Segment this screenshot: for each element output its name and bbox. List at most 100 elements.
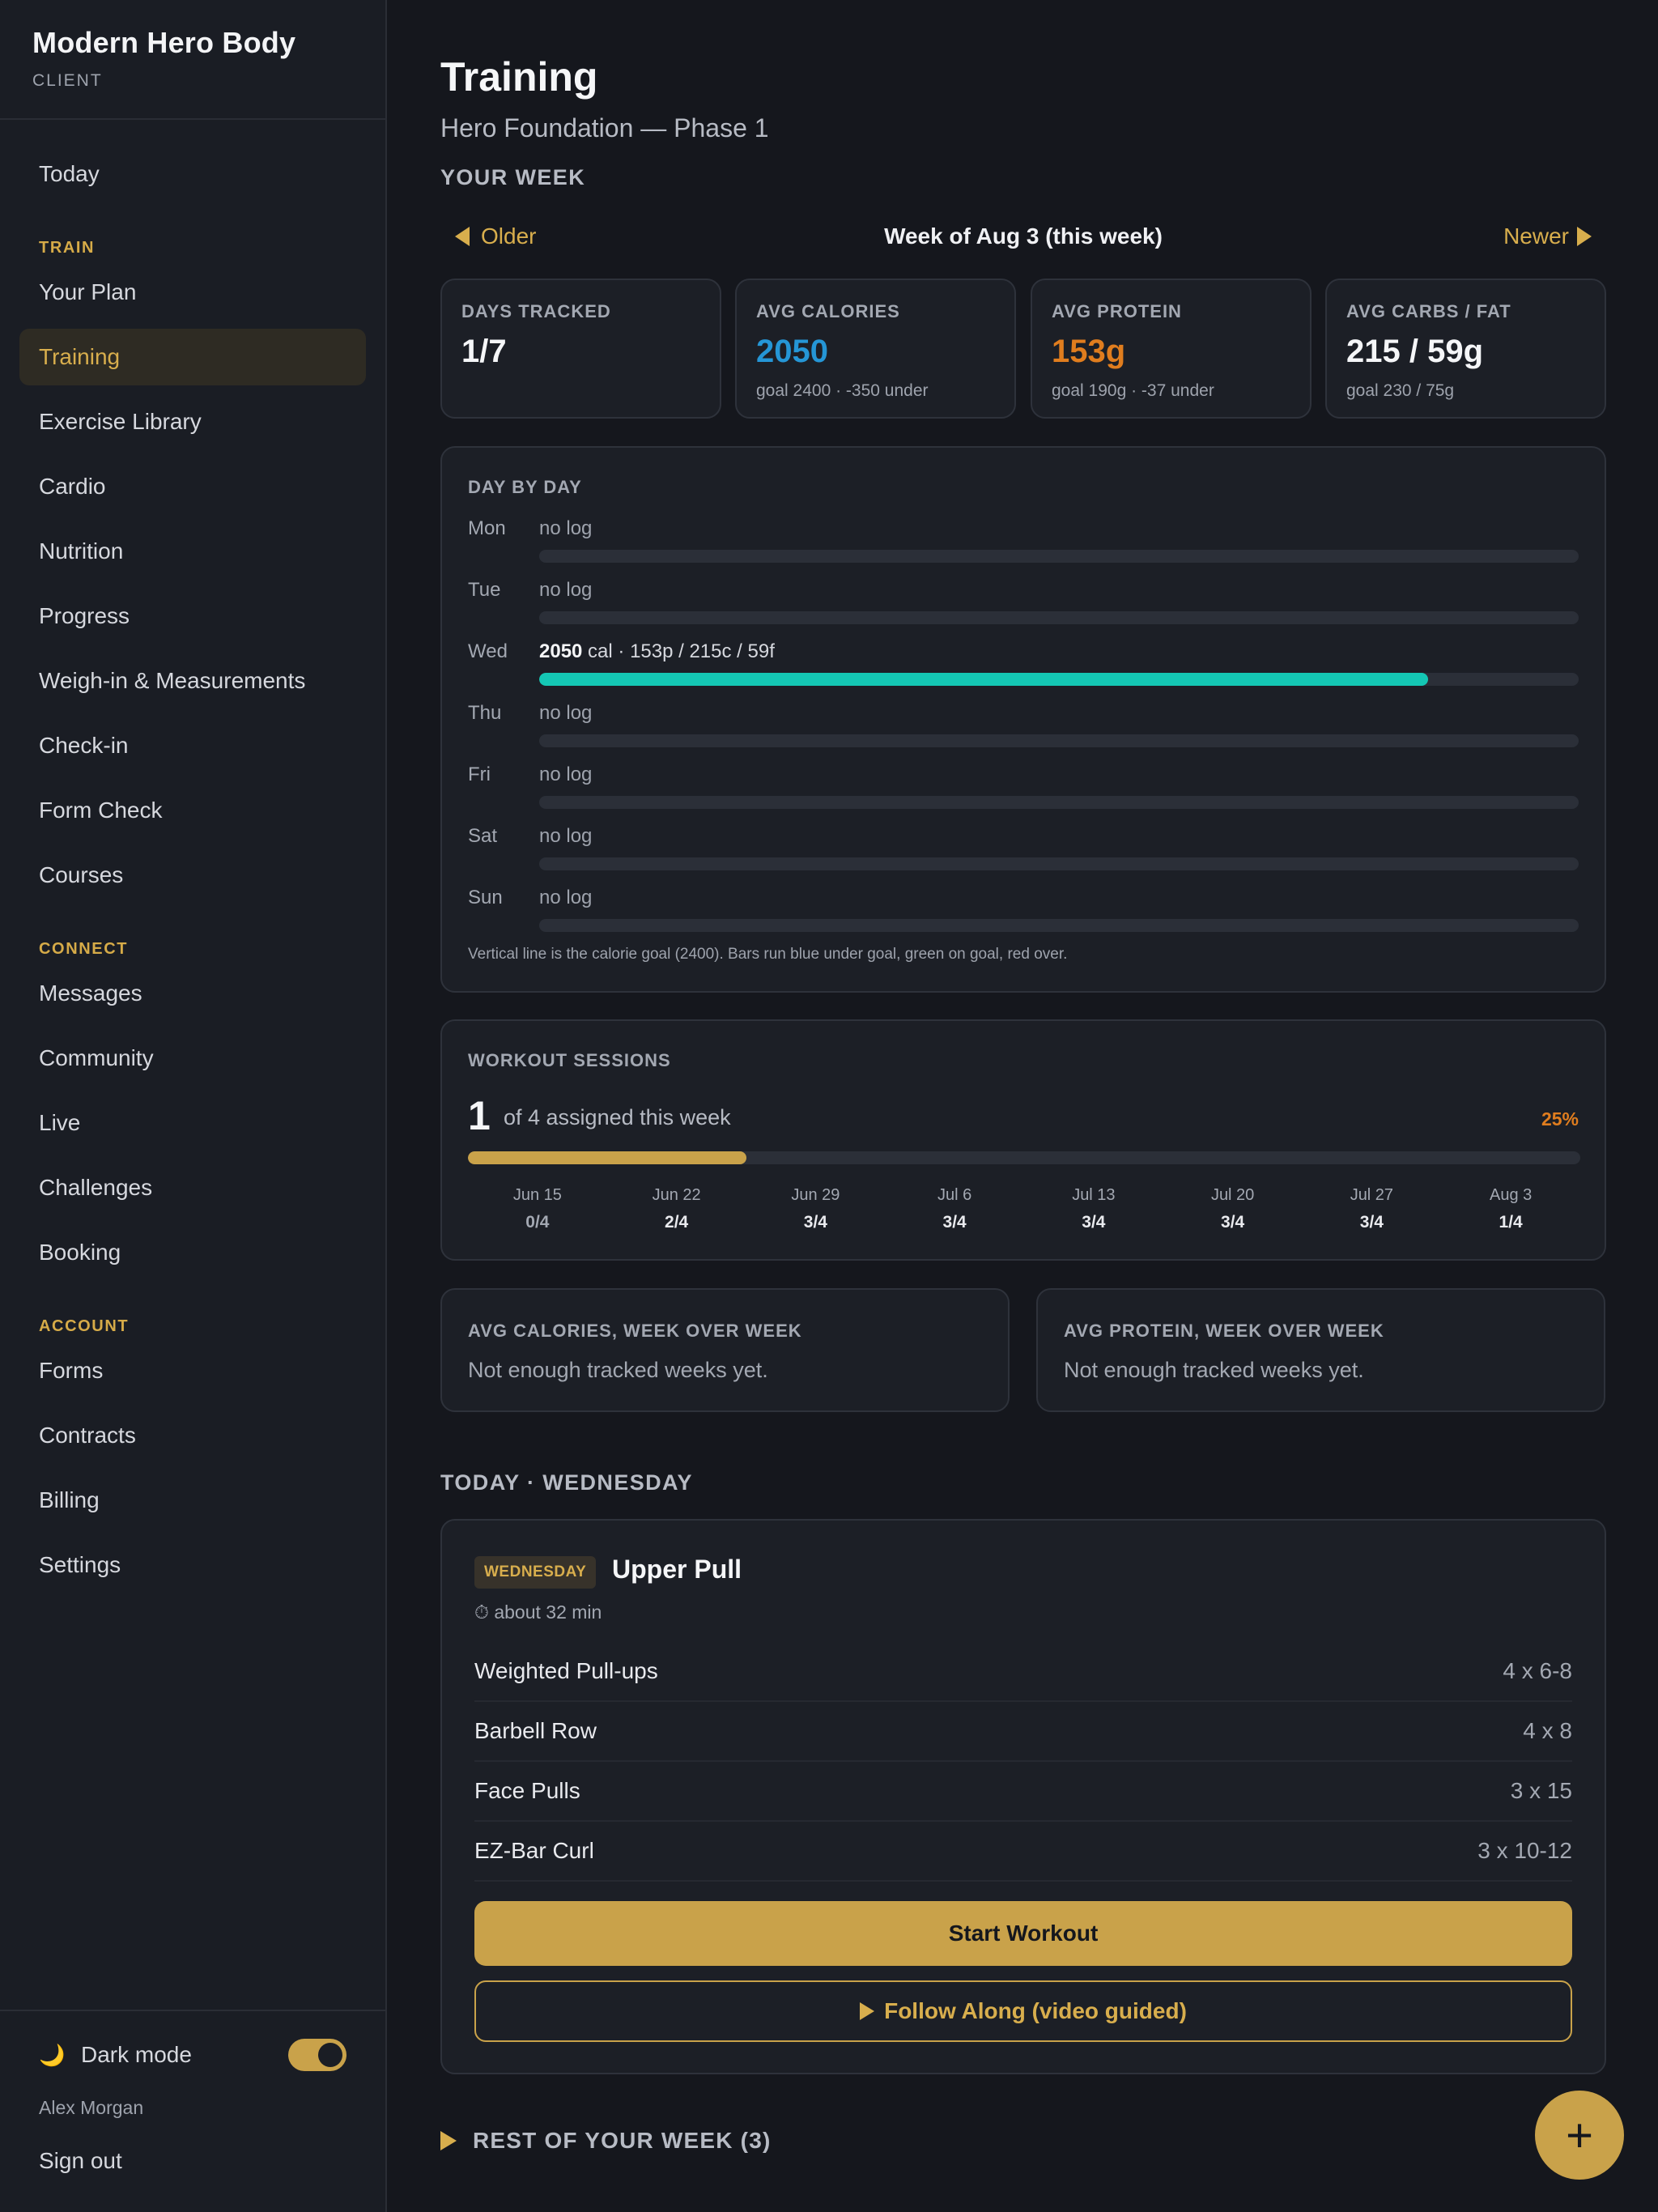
exercise-sets: 4 x 6-8 xyxy=(1503,1658,1572,1683)
day-row: Sun no log xyxy=(468,887,1580,948)
sidebar-item-form-check[interactable]: Form Check xyxy=(19,782,366,839)
day-calorie-bar xyxy=(539,919,1579,932)
sidebar-item-billing[interactable]: Billing xyxy=(19,1472,366,1529)
day-log-summary: 2050 cal · 153p / 215c / 59f xyxy=(539,640,775,663)
nav-section-account: ACCOUNT xyxy=(39,1317,130,1335)
nav-section-train: TRAIN xyxy=(39,239,96,257)
week-date: Jul 6 xyxy=(937,1186,972,1204)
day-calorie-bar xyxy=(539,550,1579,563)
workout-sessions-card: WORKOUT SESSIONS 1 of 4 assigned this we… xyxy=(440,1019,1606,1261)
sidebar-item-today[interactable]: Today xyxy=(19,146,366,202)
stat-value: 153g xyxy=(1052,334,1126,369)
sidebar-item-contracts[interactable]: Contracts xyxy=(19,1407,366,1464)
week-sessions-value: 0/4 xyxy=(525,1213,550,1231)
page-subtitle: Hero Foundation — Phase 1 xyxy=(440,113,769,143)
day-row: Fri no log xyxy=(468,764,1580,825)
sidebar-item-live[interactable]: Live xyxy=(19,1095,366,1151)
exercise-row[interactable]: Weighted Pull-ups 4 x 6-8 xyxy=(474,1642,1572,1702)
exercise-sets: 3 x 15 xyxy=(1510,1778,1572,1803)
brand-subtitle: CLIENT xyxy=(32,71,103,90)
stat-label: AVG CALORIES xyxy=(756,301,900,321)
start-workout-button[interactable]: Start Workout xyxy=(474,1901,1572,1966)
follow-along-button[interactable]: Follow Along (video guided) xyxy=(474,1980,1572,2042)
workout-title: Upper Pull xyxy=(612,1555,742,1584)
week-history-item: Aug 3 1/4 xyxy=(1441,1186,1580,1232)
triangle-left-icon xyxy=(455,227,470,246)
day-row: Mon no log xyxy=(468,517,1580,579)
add-fab-button[interactable]: + xyxy=(1535,2091,1624,2180)
sidebar-item-nutrition[interactable]: Nutrition xyxy=(19,523,366,580)
sidebar-item-challenges[interactable]: Challenges xyxy=(19,1159,366,1216)
sidebar-item-check-in[interactable]: Check-in xyxy=(19,717,366,774)
wow-note: Not enough tracked weeks yet. xyxy=(1064,1358,1364,1382)
stat-label: AVG PROTEIN xyxy=(1052,301,1182,321)
day-name: Thu xyxy=(468,702,502,724)
sessions-completed: 1 xyxy=(468,1093,491,1138)
week-label: Week of Aug 3 (this week) xyxy=(884,223,1163,249)
week-sessions-value: 3/4 xyxy=(1359,1213,1384,1231)
day-by-day-heading: DAY BY DAY xyxy=(468,477,582,497)
sidebar-item-exercise-library[interactable]: Exercise Library xyxy=(19,393,366,450)
rest-of-week-label: REST OF YOUR WEEK (3) xyxy=(473,2128,772,2153)
day-log-summary: no log xyxy=(539,517,593,539)
stat-card-avg-carbs-fat: AVG CARBS / FAT 215 / 59g goal 230 / 75g xyxy=(1325,279,1606,419)
workout-duration: ⏱ about 32 min xyxy=(474,1602,602,1623)
older-week-button[interactable]: Older xyxy=(455,223,536,249)
sidebar-item-weigh-in[interactable]: Weigh-in & Measurements xyxy=(19,653,366,709)
toggle-knob xyxy=(318,2043,342,2067)
exercise-row[interactable]: Barbell Row 4 x 8 xyxy=(474,1702,1572,1762)
moon-icon: 🌙 xyxy=(39,2042,66,2067)
workout-sessions-heading: WORKOUT SESSIONS xyxy=(468,1050,671,1070)
rest-of-week-toggle[interactable]: REST OF YOUR WEEK (3) xyxy=(440,2128,772,2154)
week-sessions-value: 3/4 xyxy=(1221,1213,1245,1231)
today-heading: TODAY · WEDNESDAY xyxy=(440,1470,693,1495)
stat-label: AVG CARBS / FAT xyxy=(1346,301,1511,321)
stat-value: 1/7 xyxy=(461,334,507,369)
day-calorie-fill xyxy=(539,673,1428,686)
dark-mode-toggle[interactable] xyxy=(288,2039,346,2071)
expand-triangle-icon xyxy=(440,2131,457,2150)
week-history-item: Jul 13 3/4 xyxy=(1024,1186,1163,1232)
sidebar-item-forms[interactable]: Forms xyxy=(19,1342,366,1399)
wow-heading: AVG CALORIES, WEEK OVER WEEK xyxy=(468,1321,802,1341)
your-week-heading: YOUR WEEK xyxy=(440,165,586,189)
exercise-name: Face Pulls xyxy=(474,1778,580,1803)
triangle-right-icon xyxy=(1577,227,1592,246)
day-name: Sat xyxy=(468,825,498,847)
day-calorie-bar xyxy=(539,611,1579,624)
sidebar-item-cardio[interactable]: Cardio xyxy=(19,458,366,515)
day-log-summary: no log xyxy=(539,887,593,908)
sidebar-item-courses[interactable]: Courses xyxy=(19,847,366,904)
brand: Modern Hero Body CLIENT xyxy=(0,0,385,120)
day-log-summary: no log xyxy=(539,579,593,601)
exercise-row[interactable]: EZ-Bar Curl 3 x 10-12 xyxy=(474,1822,1572,1882)
day-name: Tue xyxy=(468,579,501,601)
day-by-day-footnote: Vertical line is the calorie goal (2400)… xyxy=(468,946,1068,963)
sign-out-link[interactable]: Sign out xyxy=(39,2148,346,2174)
day-calorie-bar xyxy=(539,673,1579,686)
sidebar-item-booking[interactable]: Booking xyxy=(19,1224,366,1281)
newer-week-button[interactable]: Newer xyxy=(1503,223,1592,249)
sessions-progress-fill xyxy=(468,1151,746,1164)
sidebar-item-messages[interactable]: Messages xyxy=(19,965,366,1022)
older-label: Older xyxy=(481,223,537,249)
exercise-row[interactable]: Face Pulls 3 x 15 xyxy=(474,1762,1572,1822)
page-title: Training xyxy=(440,54,598,100)
sidebar-item-community[interactable]: Community xyxy=(19,1030,366,1087)
week-date: Jul 20 xyxy=(1210,1186,1255,1204)
sidebar-nav: Today TRAIN Your Plan Training Exercise … xyxy=(0,120,385,1593)
stat-value: 2050 xyxy=(756,334,828,369)
sidebar-item-training[interactable]: Training xyxy=(19,329,366,385)
week-sessions-value: 3/4 xyxy=(803,1213,827,1231)
dark-mode-label: Dark mode xyxy=(81,2042,192,2067)
sidebar-item-settings[interactable]: Settings xyxy=(19,1537,366,1593)
day-calorie-bar xyxy=(539,796,1579,809)
week-date: Jun 15 xyxy=(512,1186,562,1204)
sidebar-item-progress[interactable]: Progress xyxy=(19,588,366,644)
sidebar-item-your-plan[interactable]: Your Plan xyxy=(19,264,366,321)
week-history-item: Jul 6 3/4 xyxy=(885,1186,1024,1232)
week-date: Jul 13 xyxy=(1072,1186,1116,1204)
day-name: Wed xyxy=(468,640,508,662)
sidebar: Modern Hero Body CLIENT Today TRAIN Your… xyxy=(0,0,387,2212)
newer-label: Newer xyxy=(1503,223,1569,249)
